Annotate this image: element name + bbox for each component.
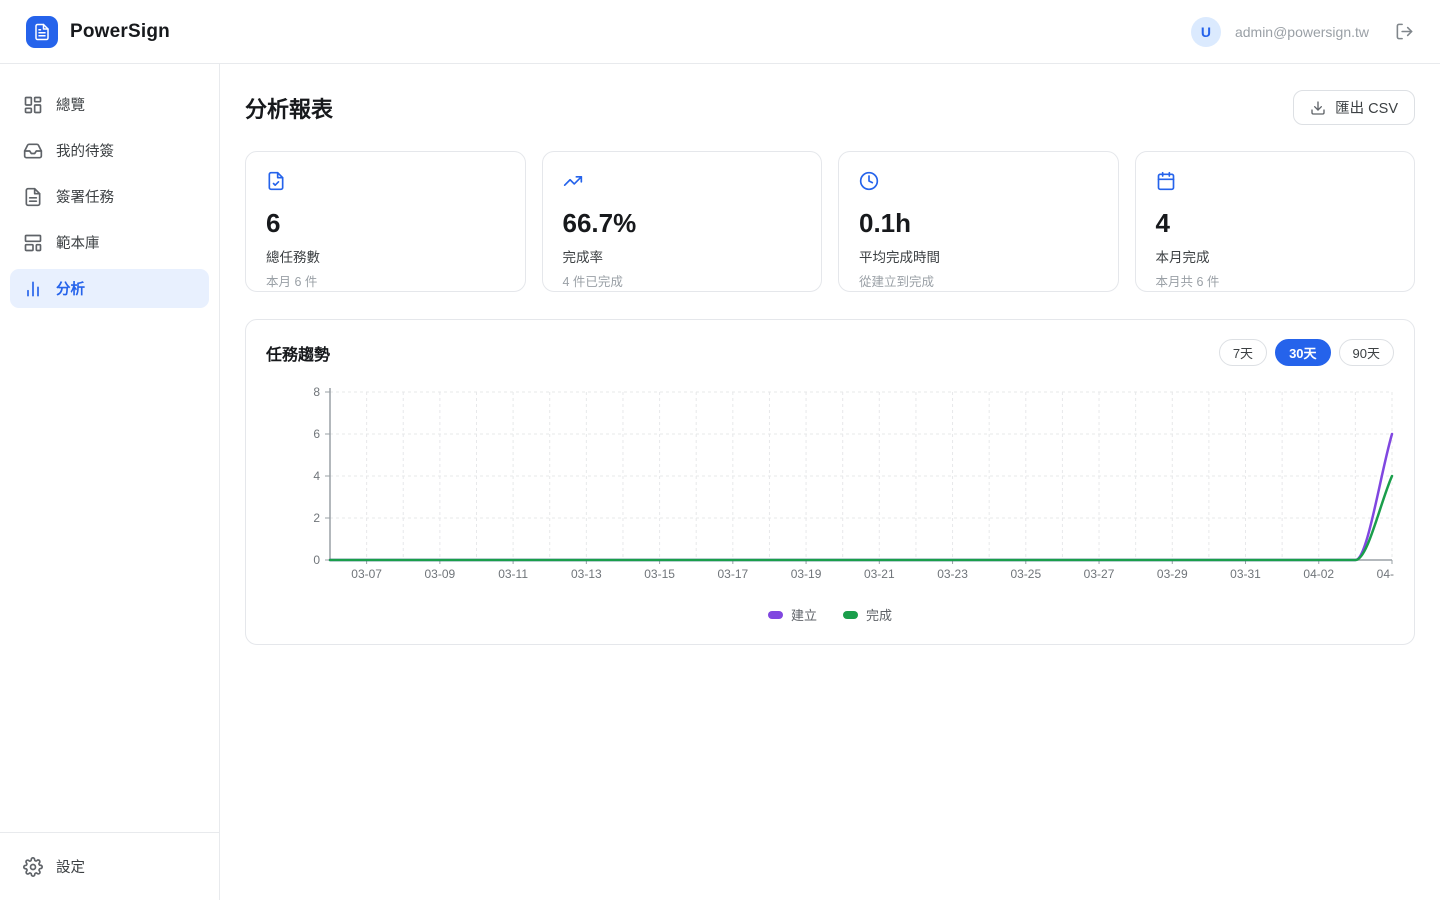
legend-item: 完成 bbox=[843, 605, 892, 624]
stat-label: 本月完成 bbox=[1156, 246, 1395, 266]
stats-row: 6 總任務數 本月 6 件 66.7% 完成率 4 件已完成 0.1h 平均完成… bbox=[245, 151, 1415, 292]
svg-text:03-15: 03-15 bbox=[644, 567, 675, 581]
page-title: 分析報表 bbox=[245, 92, 333, 124]
stat-card: 4 本月完成 本月共 6 件 bbox=[1135, 151, 1416, 292]
svg-text:4: 4 bbox=[313, 469, 320, 483]
header-user-area: U admin@powersign.tw bbox=[1191, 17, 1414, 47]
stat-card: 6 總任務數 本月 6 件 bbox=[245, 151, 526, 292]
main-content: 分析報表 匯出 CSV 6 總任務數 本月 6 件 66.7% 完成率 4 件已… bbox=[220, 64, 1440, 900]
svg-text:04-04: 04-04 bbox=[1377, 567, 1394, 581]
svg-text:03-09: 03-09 bbox=[425, 567, 456, 581]
trend-chart-head: 任務趨勢 7天 30天 90天 bbox=[266, 339, 1394, 366]
trend-chart-title: 任務趨勢 bbox=[266, 341, 330, 365]
svg-text:03-25: 03-25 bbox=[1010, 567, 1041, 581]
svg-text:0: 0 bbox=[313, 553, 320, 567]
stat-value: 66.7% bbox=[563, 208, 802, 239]
trending-up-icon bbox=[563, 178, 583, 195]
sidebar-item-my-pending[interactable]: 我的待簽 bbox=[10, 131, 209, 170]
svg-text:03-11: 03-11 bbox=[498, 567, 528, 581]
stat-card: 0.1h 平均完成時間 從建立到完成 bbox=[838, 151, 1119, 292]
sidebar-item-label: 範本庫 bbox=[56, 232, 100, 253]
legend-label: 建立 bbox=[791, 605, 817, 624]
sidebar-item-label: 簽署任務 bbox=[56, 186, 114, 207]
range-button-30天[interactable]: 30天 bbox=[1275, 339, 1330, 366]
clock-icon bbox=[859, 178, 879, 195]
svg-text:03-13: 03-13 bbox=[571, 567, 602, 581]
stat-card: 66.7% 完成率 4 件已完成 bbox=[542, 151, 823, 292]
svg-text:03-19: 03-19 bbox=[791, 567, 822, 581]
chart-legend: 建立 完成 bbox=[266, 605, 1394, 628]
sidebar-item-label: 我的待簽 bbox=[56, 140, 114, 161]
template-icon bbox=[23, 233, 43, 253]
svg-text:04-02: 04-02 bbox=[1303, 567, 1334, 581]
range-button-7天[interactable]: 7天 bbox=[1219, 339, 1267, 366]
export-csv-button[interactable]: 匯出 CSV bbox=[1293, 90, 1415, 125]
file-check-icon bbox=[266, 178, 286, 195]
stat-sublabel: 從建立到完成 bbox=[859, 271, 1098, 290]
sidebar-footer: 設定 bbox=[0, 832, 219, 900]
stat-sublabel: 本月共 6 件 bbox=[1156, 271, 1395, 290]
stat-label: 完成率 bbox=[563, 246, 802, 266]
svg-text:03-27: 03-27 bbox=[1084, 567, 1115, 581]
sidebar-item-settings[interactable]: 設定 bbox=[10, 847, 209, 886]
avatar: U bbox=[1191, 17, 1221, 47]
logout-button[interactable] bbox=[1395, 22, 1414, 41]
svg-text:03-07: 03-07 bbox=[351, 567, 382, 581]
stat-value: 6 bbox=[266, 208, 505, 239]
download-icon bbox=[1310, 100, 1326, 116]
sidebar-item-label: 總覽 bbox=[56, 94, 85, 115]
powersign-logo-icon bbox=[26, 16, 58, 48]
trend-chart-card: 任務趨勢 7天 30天 90天 0 2 4 6 8 03-07 03-09 03-11 03-1… bbox=[245, 319, 1415, 645]
sidebar-item-sign-tasks[interactable]: 簽署任務 bbox=[10, 177, 209, 216]
legend-swatch bbox=[768, 611, 783, 619]
stat-sublabel: 本月 6 件 bbox=[266, 271, 505, 290]
brand: PowerSign bbox=[26, 16, 170, 48]
user-email: admin@powersign.tw bbox=[1235, 24, 1369, 40]
logout-icon bbox=[1395, 22, 1414, 41]
trend-chart-svg: 0 2 4 6 8 03-07 03-09 03-11 03-13 03-15 03-17 03-19… bbox=[266, 384, 1394, 590]
legend-label: 完成 bbox=[866, 605, 892, 624]
app-title: PowerSign bbox=[70, 21, 170, 43]
sidebar-item-templates[interactable]: 範本庫 bbox=[10, 223, 209, 262]
sidebar-item-label: 設定 bbox=[56, 856, 85, 877]
sidebar-nav: 總覽 我的待簽 簽署任務 範本庫 分析 bbox=[0, 64, 219, 308]
svg-text:03-17: 03-17 bbox=[717, 567, 748, 581]
range-button-group: 7天 30天 90天 bbox=[1219, 339, 1394, 366]
inbox-icon bbox=[23, 141, 43, 161]
legend-item: 建立 bbox=[768, 605, 817, 624]
svg-text:03-21: 03-21 bbox=[864, 567, 895, 581]
svg-text:03-29: 03-29 bbox=[1157, 567, 1188, 581]
svg-text:2: 2 bbox=[313, 511, 320, 525]
svg-text:6: 6 bbox=[313, 427, 320, 441]
sidebar-item-label: 分析 bbox=[56, 278, 85, 299]
legend-swatch bbox=[843, 611, 858, 619]
sidebar: 總覽 我的待簽 簽署任務 範本庫 分析 設定 bbox=[0, 64, 220, 900]
calendar-icon bbox=[1156, 178, 1176, 195]
gear-icon bbox=[23, 857, 43, 877]
trend-chart-area: 0 2 4 6 8 03-07 03-09 03-11 03-13 03-15 03-17 03-19… bbox=[266, 384, 1394, 595]
page-head: 分析報表 匯出 CSV bbox=[245, 90, 1415, 125]
sidebar-item-analytics[interactable]: 分析 bbox=[10, 269, 209, 308]
svg-text:03-23: 03-23 bbox=[937, 567, 968, 581]
app-header: PowerSign U admin@powersign.tw bbox=[0, 0, 1440, 64]
file-text-icon bbox=[23, 187, 43, 207]
dashboard-icon bbox=[23, 95, 43, 115]
sidebar-item-overview[interactable]: 總覽 bbox=[10, 85, 209, 124]
stat-value: 0.1h bbox=[859, 208, 1098, 239]
bar-chart-icon bbox=[23, 279, 43, 299]
stat-label: 平均完成時間 bbox=[859, 246, 1098, 266]
stat-label: 總任務數 bbox=[266, 246, 505, 266]
svg-text:8: 8 bbox=[313, 385, 320, 399]
stat-value: 4 bbox=[1156, 208, 1395, 239]
range-button-90天[interactable]: 90天 bbox=[1339, 339, 1394, 366]
export-csv-label: 匯出 CSV bbox=[1335, 97, 1398, 118]
stat-sublabel: 4 件已完成 bbox=[563, 271, 802, 290]
svg-text:03-31: 03-31 bbox=[1230, 567, 1261, 581]
